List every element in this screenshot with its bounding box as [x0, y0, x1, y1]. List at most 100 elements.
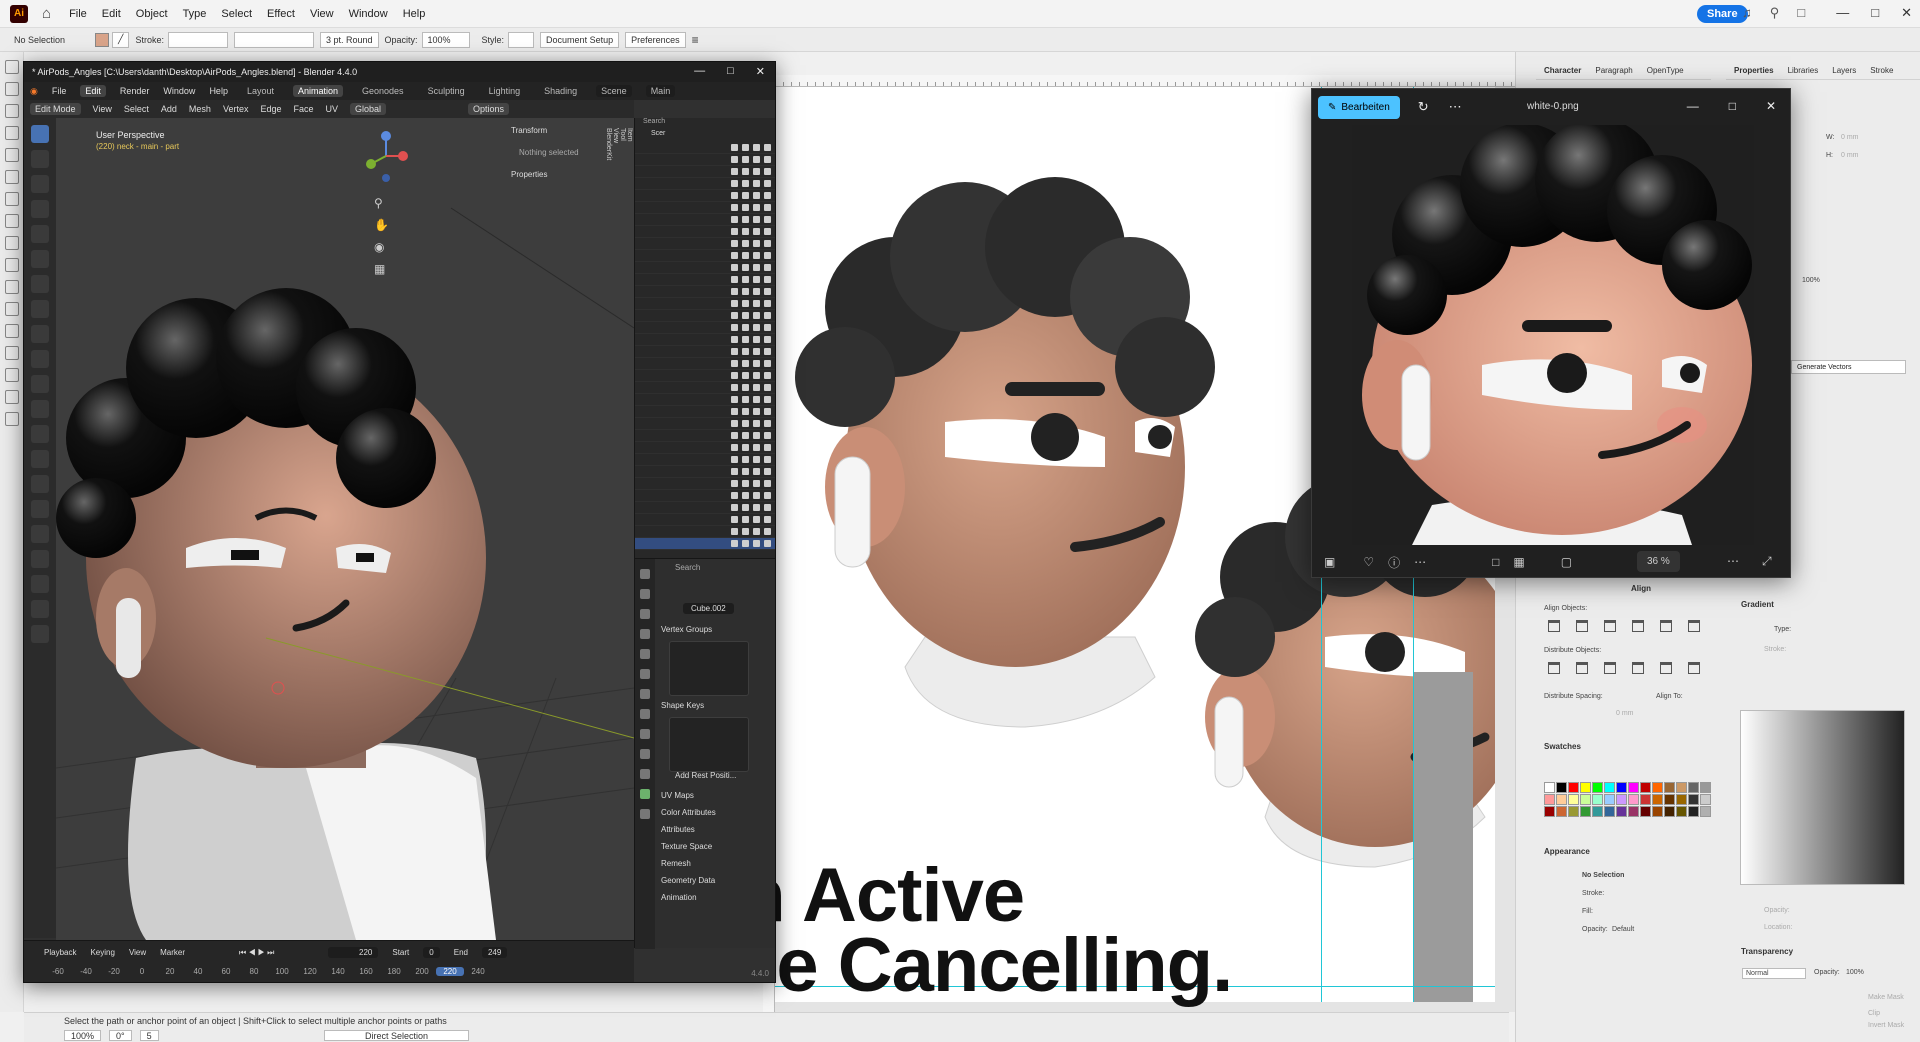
mode-dropdown[interactable]: Edit Mode [30, 103, 81, 115]
render-icon[interactable] [764, 180, 771, 187]
render-icon[interactable] [764, 144, 771, 151]
timeline-menu-marker[interactable]: Marker [160, 948, 185, 957]
workspace-layout[interactable]: Layout [242, 85, 279, 97]
selectable-icon[interactable] [731, 456, 738, 463]
tab-stroke[interactable]: Stroke [1870, 66, 1893, 75]
menu-help[interactable]: Help [403, 8, 426, 20]
section-shape-keys[interactable]: Shape Keys [661, 701, 704, 710]
tab-properties[interactable]: Properties [1734, 66, 1774, 75]
render-icon[interactable] [764, 504, 771, 511]
selection-tool-icon[interactable] [4, 60, 19, 74]
bottom-more-icon[interactable]: ⋯ [1414, 555, 1426, 569]
zoom-field[interactable]: 100% [64, 1030, 102, 1041]
filmstrip-icon[interactable]: ▣ [1324, 555, 1335, 569]
viewport-icon[interactable] [753, 420, 760, 427]
swatch-32[interactable] [1592, 806, 1603, 817]
selectable-icon[interactable] [731, 408, 738, 415]
selectable-icon[interactable] [731, 528, 738, 535]
viewport-menu-select[interactable]: Select [124, 104, 149, 114]
timeline-menu-keying[interactable]: Keying [90, 948, 114, 957]
viewport-icon[interactable] [753, 300, 760, 307]
swatch-8[interactable] [1640, 782, 1651, 793]
ortho-toggle-icon[interactable]: ▦ [374, 262, 385, 276]
tab-paragraph[interactable]: Paragraph [1595, 66, 1632, 75]
properties-section[interactable]: Properties [511, 170, 547, 179]
render-icon[interactable] [764, 216, 771, 223]
swatch-1[interactable] [1556, 782, 1567, 793]
section-vertex-groups[interactable]: Vertex Groups [661, 625, 712, 634]
stroke-weight-field[interactable] [167, 31, 228, 48]
eraser-tool-icon[interactable] [4, 236, 19, 250]
select-box-tool-icon[interactable] [31, 125, 49, 143]
spin-tool-icon[interactable] [31, 500, 49, 518]
selectable-icon[interactable] [731, 252, 738, 259]
arrange-icon[interactable]: ≡ [692, 33, 699, 47]
visibility-icon[interactable] [742, 372, 749, 379]
height-field[interactable]: 0 mm [1841, 152, 1859, 159]
physics-tab-icon[interactable] [640, 749, 650, 759]
swatch-22[interactable] [1640, 794, 1651, 805]
make-mask-button[interactable]: Make Mask [1868, 994, 1904, 1001]
outliner-row[interactable] [635, 214, 775, 226]
visibility-icon[interactable] [742, 504, 749, 511]
menu-view[interactable]: View [310, 8, 334, 20]
transparency-panel-title[interactable]: Transparency [1741, 947, 1793, 956]
blender-minimize-icon[interactable]: — [694, 65, 705, 78]
move-tool-icon[interactable] [31, 175, 49, 193]
selectable-icon[interactable] [731, 360, 738, 367]
blend-mode-dropdown[interactable]: Normal [1742, 968, 1806, 979]
swatch-19[interactable] [1604, 794, 1615, 805]
edit-button[interactable]: ✎ Bearbeiten [1318, 95, 1400, 119]
viewport-icon[interactable] [753, 540, 760, 547]
constraints-tab-icon[interactable] [640, 769, 650, 779]
selectable-icon[interactable] [731, 264, 738, 271]
stroke-swatch[interactable]: ╱ [112, 31, 130, 48]
gradient-panel-title[interactable]: Gradient [1741, 600, 1774, 609]
bell-icon[interactable]: ♫ [1742, 5, 1752, 21]
view-layer-selector[interactable]: Main [645, 85, 676, 97]
visibility-icon[interactable] [742, 144, 749, 151]
render-icon[interactable] [764, 204, 771, 211]
viewport-icon[interactable] [753, 468, 760, 475]
tab-opentype[interactable]: OpenType [1647, 66, 1684, 75]
outliner-row[interactable] [635, 166, 775, 178]
fullscreen-icon[interactable]: ⤢ [1762, 554, 1772, 569]
visibility-icon[interactable] [742, 180, 749, 187]
outliner-row[interactable] [635, 514, 775, 526]
viewport-icon[interactable] [753, 396, 760, 403]
section-color-attributes[interactable]: Color Attributes [661, 808, 716, 817]
selectable-icon[interactable] [731, 144, 738, 151]
render-icon[interactable] [764, 516, 771, 523]
preferences-button[interactable]: Preferences [625, 31, 686, 48]
swatch-35[interactable] [1628, 806, 1639, 817]
render-icon[interactable] [764, 384, 771, 391]
swatch-20[interactable] [1616, 794, 1627, 805]
visibility-icon[interactable] [742, 468, 749, 475]
visibility-icon[interactable] [742, 168, 749, 175]
render-icon[interactable] [764, 228, 771, 235]
timeline-menu-playback[interactable]: Playback [44, 948, 76, 957]
add-rest-position-checkbox[interactable]: Add Rest Positi... [675, 771, 736, 780]
appearance-opacity-value[interactable]: Default [1612, 926, 1634, 933]
swatch-14[interactable] [1544, 794, 1555, 805]
swatch-34[interactable] [1616, 806, 1627, 817]
mesh-name-field[interactable]: Cube.002 [683, 603, 734, 614]
swatch-24[interactable] [1664, 794, 1675, 805]
viewport-menu-mesh[interactable]: Mesh [189, 104, 211, 114]
render-icon[interactable] [764, 300, 771, 307]
visibility-icon[interactable] [742, 348, 749, 355]
tool-mode-dropdown[interactable]: Direct Selection [324, 1030, 470, 1041]
selectable-icon[interactable] [731, 156, 738, 163]
rotate-tool-icon[interactable] [4, 258, 19, 272]
photo-image[interactable] [1352, 125, 1754, 545]
blender-logo-icon[interactable]: ◉ [30, 86, 38, 97]
distribute-bottom-icon[interactable] [1604, 662, 1616, 674]
hand-tool-icon[interactable] [4, 390, 19, 404]
outliner-search[interactable]: Search [635, 118, 775, 130]
photos-close-icon[interactable]: ✕ [1766, 99, 1776, 113]
selectable-icon[interactable] [731, 516, 738, 523]
appearance-panel-title[interactable]: Appearance [1544, 847, 1590, 856]
invert-mask-checkbox[interactable]: Invert Mask [1868, 1022, 1904, 1029]
world-tab-icon[interactable] [640, 669, 650, 679]
scale-tool-icon[interactable] [31, 225, 49, 243]
